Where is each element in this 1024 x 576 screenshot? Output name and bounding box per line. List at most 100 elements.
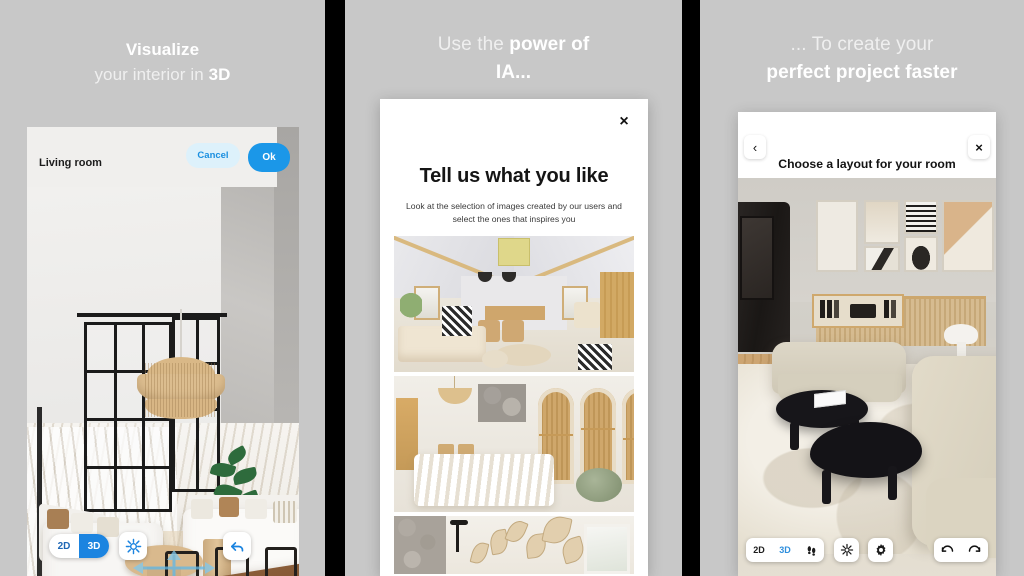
- footsteps-icon[interactable]: [798, 538, 824, 562]
- inspiration-modal: × Tell us what you like Look at the sele…: [380, 99, 648, 576]
- screenshot-stage: Visualize your interior in 3D Living roo…: [0, 0, 1024, 576]
- table-leg: [888, 466, 897, 500]
- gear-icon[interactable]: [868, 538, 893, 562]
- caption-line-2-bold: 3D: [208, 64, 231, 84]
- grid-bar: [114, 325, 117, 509]
- rattan-pendant-texture: [145, 363, 217, 417]
- panel-choose-layout: ... To create your perfect project faste…: [700, 0, 1024, 576]
- wall-art: [942, 200, 994, 272]
- undo-redo-group[interactable]: [934, 538, 988, 562]
- room-name-label: Living room: [39, 157, 102, 169]
- cancel-button[interactable]: Cancel: [186, 143, 240, 168]
- caption-line-1-bold: power of: [509, 34, 590, 55]
- book: [820, 300, 825, 318]
- book: [884, 300, 889, 318]
- caption-line-2-prefix: your interior in: [94, 64, 209, 84]
- caption-line-2: perfect project faster: [766, 61, 958, 83]
- wall-sconce: [450, 520, 468, 525]
- caption-line-2: your interior in 3D: [0, 63, 325, 88]
- phone-screen-1: Living room: [27, 127, 299, 576]
- mode-3d-button[interactable]: 3D: [772, 538, 798, 562]
- cabinet-glass-door: [740, 216, 774, 300]
- inspiration-image-3[interactable]: [394, 516, 634, 574]
- inspiration-gallery: [394, 236, 634, 576]
- patterned-cushion: [442, 306, 472, 336]
- mode-2d-button[interactable]: 2D: [49, 534, 79, 558]
- pouf: [482, 350, 508, 368]
- cushion: [219, 497, 239, 517]
- dining-table: [485, 306, 546, 320]
- caption-line-1: ... To create your: [790, 34, 934, 55]
- panel-2-caption: Use the power of IA...: [345, 31, 682, 86]
- decor-box: [850, 304, 876, 318]
- alcove-shelf: [581, 428, 615, 430]
- armchair: [574, 302, 600, 328]
- leaf-decor: [504, 517, 529, 546]
- room-scene-3d[interactable]: 2D 3D: [738, 178, 996, 576]
- cushion: [245, 499, 267, 519]
- plant-leaf: [225, 445, 249, 466]
- arched-alcove: [622, 388, 634, 484]
- move-icon[interactable]: [834, 538, 859, 562]
- layout-header-bar: ‹ × Choose a layout for your room: [738, 112, 996, 178]
- layout-title: Choose a layout for your room: [778, 157, 956, 171]
- caption-line-1: Use the power of: [345, 31, 682, 59]
- mode-3d-button[interactable]: 3D: [79, 534, 109, 558]
- mode-2d-button[interactable]: 2D: [746, 538, 772, 562]
- book: [827, 300, 832, 318]
- panel-3-toolbar: 2D 3D: [738, 524, 996, 576]
- grid-bar: [142, 325, 145, 509]
- panel-1-caption: Visualize your interior in 3D: [0, 38, 325, 87]
- caption-line-1: Visualize: [125, 40, 200, 59]
- back-icon[interactable]: ‹: [744, 135, 766, 159]
- panel-visualize-3d: Visualize your interior in 3D Living roo…: [0, 0, 325, 576]
- panel-power-of-ia: Use the power of IA... × Tell us what yo…: [345, 0, 682, 576]
- grid-bar: [87, 466, 169, 469]
- hanging-lantern: [498, 238, 530, 266]
- rattan-pendant: [438, 388, 472, 404]
- dpad-icon[interactable]: [119, 546, 229, 576]
- cushion: [191, 499, 213, 519]
- modal-subtitle: Look at the selection of images created …: [406, 201, 622, 225]
- stone-wall: [394, 516, 446, 574]
- close-icon[interactable]: ×: [614, 112, 634, 132]
- view-mode-toggle[interactable]: 2D 3D: [746, 538, 824, 562]
- wall-art: [864, 200, 900, 244]
- table-lamp-shade: [944, 324, 978, 344]
- redo-icon[interactable]: [961, 538, 988, 562]
- patterned-stool: [578, 344, 612, 370]
- wood-panel-wall: [600, 272, 634, 338]
- panel-3-caption: ... To create your perfect project faste…: [700, 31, 1024, 86]
- table-leg: [822, 470, 831, 504]
- alcove-shelf: [623, 438, 634, 440]
- stone-wall: [478, 384, 526, 422]
- ok-button[interactable]: Ok: [248, 143, 290, 172]
- wall-art: [864, 246, 900, 272]
- inspiration-image-1[interactable]: [394, 236, 634, 372]
- panel-divider-1: [325, 0, 345, 576]
- wall-art: [816, 200, 858, 272]
- wall-sconce-arm: [456, 524, 459, 552]
- panel-divider-2: [682, 0, 700, 576]
- close-icon[interactable]: ×: [968, 135, 990, 159]
- view-mode-toggle[interactable]: 2D 3D: [49, 534, 109, 558]
- table-leg: [790, 422, 799, 450]
- phone-screen-3: 2D 3D ‹ × Choose a layout for your room: [738, 112, 996, 576]
- modal-title: Tell us what you like: [419, 165, 609, 187]
- striped-sofa: [414, 454, 554, 506]
- alcove-shelf: [539, 434, 573, 436]
- grid-bar: [87, 418, 169, 421]
- dark-cabinet: [738, 202, 790, 352]
- wall-art: [904, 200, 938, 234]
- green-pouf: [576, 468, 622, 502]
- pendant-cord: [180, 309, 182, 361]
- caption-line-2: IA...: [495, 61, 532, 83]
- plant-leaf: [231, 466, 259, 486]
- leaf-decor: [469, 540, 490, 566]
- undo-icon[interactable]: [934, 538, 961, 562]
- book: [891, 300, 896, 318]
- caption-line-1-prefix: Use the: [437, 34, 510, 55]
- inspiration-image-2[interactable]: [394, 376, 634, 512]
- wall-art: [904, 236, 938, 272]
- panel-1-toolbar: 2D 3D: [27, 520, 299, 576]
